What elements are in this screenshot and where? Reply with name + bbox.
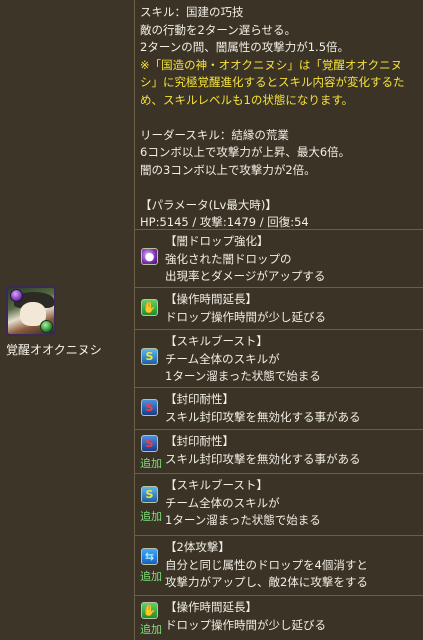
awakening-text: 【封印耐性】 スキル封印攻撃を無効化する事がある [165, 433, 361, 468]
character-portrait-icon[interactable] [6, 286, 56, 336]
skill-line: 敵の行動を2ターン遅らせる。 [140, 22, 297, 37]
added-badge: 追加 [140, 510, 162, 523]
parameter-line: 【パラメータ(Lv最大時)】 [140, 197, 277, 212]
awakening-text: 【2体攻撃】 自分と同じ属性のドロップを4個消すと 攻撃力がアップし、敵2体に攻… [165, 539, 368, 592]
awakening-text: 【スキルブースト】 チーム全体のスキルが 1ターン溜まった状態で始まる [165, 333, 321, 386]
awakening-title: 【操作時間延長】 [165, 292, 257, 306]
awakening-text: 【スキルブースト】 チーム全体のスキルが 1ターン溜まった状態で始まる [165, 477, 321, 530]
awakening-title: 【2体攻撃】 [165, 540, 230, 554]
dark-orb-enhance-icon[interactable]: ● [141, 248, 158, 265]
awakening-text: 【封印耐性】 スキル封印攻撃を無効化する事がある [165, 391, 361, 426]
awakening-text: 【操作時間延長】 ドロップ操作時間が少し延びる [165, 599, 326, 634]
wood-attribute-icon [40, 320, 53, 333]
awakening-desc: 自分と同じ属性のドロップを4個消すと [165, 557, 368, 572]
skill-note-line: シ」に究極覚醒進化するとスキル内容が変化するた [140, 75, 405, 89]
awakening-desc: スキル封印攻撃を無効化する事がある [165, 451, 361, 466]
awakening-desc: 強化された闇ドロップの [165, 251, 292, 266]
character-detail-table: 覚醒オオクニヌシ スキル：国建の巧技 敵の行動を2ターン遅らせる。 2ターンの間… [0, 0, 423, 640]
leader-skill-line: 闇の3コンボ以上で攻撃力が2倍。 [140, 162, 316, 177]
awakening-desc: 1ターン溜まった状態で始まる [165, 513, 321, 527]
awakening-text: 【操作時間延長】 ドロップ操作時間が少し延びる [165, 291, 326, 326]
awakening-row: S 【スキルブースト】 チーム全体のスキルが 1ターン溜まった状態で始まる [135, 330, 423, 388]
skill-note-line: ※「国造の神・オオクニヌシ」は「覚醒オオクニヌ [140, 57, 403, 72]
skill-bind-resist-icon[interactable]: S [141, 435, 158, 452]
awakening-title: 【操作時間延長】 [165, 600, 257, 614]
awakening-desc: 1ターン溜まった状態で始まる [165, 369, 321, 383]
added-badge: 追加 [140, 457, 162, 470]
extend-time-icon[interactable]: ✋ [141, 299, 158, 316]
added-badge: 追加 [140, 570, 162, 583]
awakening-row: S 追加 【スキルブースト】 チーム全体のスキルが 1ターン溜まった状態で始まる [135, 474, 423, 536]
awakening-row: ● 【闇ドロップ強化】 強化された闇ドロップの 出現率とダメージがアップする [135, 230, 423, 288]
awakening-desc: チーム全体のスキルが [165, 495, 280, 510]
awakening-row: ✋ 追加 【操作時間延長】 ドロップ操作時間が少し延びる [135, 596, 423, 640]
skill-boost-icon[interactable]: S [141, 348, 158, 365]
leader-skill-line: リーダースキル：結縁の荒業 [140, 127, 289, 142]
skill-description: スキル：国建の巧技 敵の行動を2ターン遅らせる。 2ターンの間、闇属性の攻撃力が… [135, 0, 423, 230]
character-cell: 覚醒オオクニヌシ [0, 0, 135, 640]
awakening-row: ✋ 【操作時間延長】 ドロップ操作時間が少し延びる [135, 288, 423, 330]
awakening-title: 【封印耐性】 [165, 434, 234, 448]
two-pronged-attack-icon[interactable]: ⇆ [141, 548, 158, 565]
awakening-title: 【スキルブースト】 [165, 478, 268, 492]
awakening-row: ⇆ 追加 【2体攻撃】 自分と同じ属性のドロップを4個消すと 攻撃力がアップし、… [135, 536, 423, 596]
awakening-desc: 出現率とダメージがアップする [165, 269, 326, 283]
skill-line: 2ターンの間、闇属性の攻撃力が1.5倍。 [140, 40, 350, 54]
awakening-row: S 【封印耐性】 スキル封印攻撃を無効化する事がある [135, 388, 423, 430]
dark-attribute-icon [10, 289, 23, 302]
character-name[interactable]: 覚醒オオクニヌシ [6, 341, 102, 358]
added-badge: 追加 [140, 623, 162, 636]
extend-time-icon[interactable]: ✋ [141, 602, 158, 619]
awakening-title: 【封印耐性】 [165, 392, 234, 406]
awakening-desc: チーム全体のスキルが [165, 351, 280, 366]
awakening-desc: ドロップ操作時間が少し延びる [165, 617, 326, 632]
awakening-desc: 攻撃力がアップし、敵2体に攻撃をする [165, 575, 368, 589]
awakening-desc: ドロップ操作時間が少し延びる [165, 309, 326, 324]
awakening-desc: スキル封印攻撃を無効化する事がある [165, 409, 361, 424]
details-cell: スキル：国建の巧技 敵の行動を2ターン遅らせる。 2ターンの間、闇属性の攻撃力が… [135, 0, 423, 640]
skill-note-line: め、スキルレベルも1の状態になります。 [140, 92, 354, 107]
leader-skill-line: 6コンボ以上で攻撃力が上昇、最大6倍。 [140, 145, 351, 159]
skill-line: スキル：国建の巧技 [140, 5, 244, 19]
awakening-title: 【スキルブースト】 [165, 334, 268, 348]
awakening-title: 【闇ドロップ強化】 [165, 234, 269, 248]
awakening-text: 【闇ドロップ強化】 強化された闇ドロップの 出現率とダメージがアップする [165, 233, 325, 286]
skill-boost-icon[interactable]: S [141, 486, 158, 503]
awakening-row: S 追加 【封印耐性】 スキル封印攻撃を無効化する事がある [135, 430, 423, 474]
skill-bind-resist-icon[interactable]: S [141, 399, 158, 416]
parameter-line: HP:5145 / 攻撃:1479 / 回復:54 [140, 215, 309, 229]
